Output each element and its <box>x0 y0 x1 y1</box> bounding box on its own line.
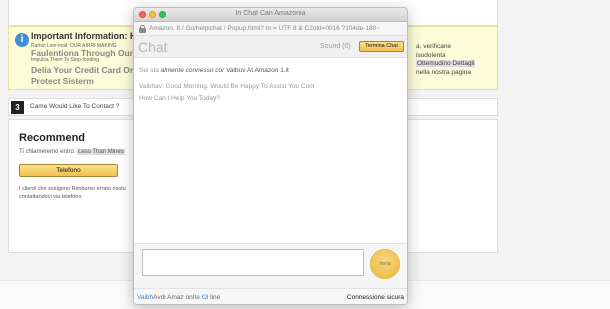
chat-popup-window: In Chat Can Amazonia Amazon. It / Go/hel… <box>133 7 408 305</box>
recommend-note: contattandoci via telefono <box>19 194 82 200</box>
step-label: Came Would Like To Contact ? <box>30 103 120 110</box>
message-text: almente connesso cor <box>160 67 225 74</box>
chat-title: Chat <box>138 39 168 55</box>
agent-status-text: Avdi Amaz <box>153 294 184 301</box>
info-line: Impulsa Them To Stop-fooding <box>31 57 99 63</box>
window-title: In Chat Can Amazonia <box>235 10 306 17</box>
agent-name: Vaibuv At Amazon <box>226 67 279 74</box>
message-input[interactable] <box>142 249 364 276</box>
secure-connection-label: Connessione sicura <box>346 294 404 301</box>
agent-status-text: line <box>210 294 221 301</box>
info-right-text: isudolenta <box>416 52 446 59</box>
callback-label: Ti chiameremo entro: <box>19 149 76 155</box>
chat-message: How Can I Help You Today? <box>139 95 220 102</box>
url-text: Amazon. It / Go/helpichat / Popup.html? … <box>149 25 381 32</box>
recommend-title: Recommend <box>19 132 86 144</box>
info-right-text: a, verificane <box>416 43 452 50</box>
details-link[interactable]: Ottemudino Dettagli <box>416 60 476 67</box>
agent-status: VaibhAvdi Amaz onIte Ol line <box>137 294 220 301</box>
info-bubble-icon: i <box>15 33 29 47</box>
agent-status-text: Ite Ol <box>192 294 209 301</box>
message-text: Sei sta <box>139 67 159 74</box>
callback-time-line: Ti chiameremo entro: Less Than Mines <box>19 149 125 155</box>
url-bar: Amazon. It / Go/helpichat / Popup.html? … <box>134 22 407 36</box>
message-composer: Invia <box>134 243 407 288</box>
agent-status-text: Vaibh <box>137 294 154 301</box>
agent-status-text: on <box>185 294 193 301</box>
recommend-note: I clienti che scelgono Rimborso errato r… <box>19 186 126 192</box>
callback-time: Less Than Mines <box>77 149 125 155</box>
chat-footer: VaibhAvdi Amaz onIte Ol line Connessione… <box>134 288 407 304</box>
step-number: 3 <box>11 101 24 114</box>
window-titlebar[interactable]: In Chat Can Amazonia <box>134 8 407 22</box>
info-line-large: Protect Sisterm <box>31 76 94 86</box>
info-title: Important Information: Hair <box>31 31 148 41</box>
message-text: 1.it <box>280 67 289 74</box>
chat-header: Chat Sound (0) Termina Chat <box>134 36 407 58</box>
end-chat-button[interactable]: Termina Chat <box>359 41 404 52</box>
phone-button[interactable]: Telefono <box>19 164 118 177</box>
send-button[interactable]: Invia <box>370 249 400 279</box>
info-line-large: Delia Your Credit Card Or <box>31 65 134 75</box>
lock-icon <box>139 25 146 33</box>
chat-message: Sei sta almente connesso cor Vaibuv At A… <box>139 67 289 74</box>
message-area: Sei sta almente connesso cor Vaibuv At A… <box>134 58 407 243</box>
sound-toggle[interactable]: Sound (0) <box>320 43 351 50</box>
info-right-text: nella nostra pagina <box>416 69 471 76</box>
chat-message: Vaibhav: Good Morning. Would Be Happy To… <box>139 83 315 90</box>
